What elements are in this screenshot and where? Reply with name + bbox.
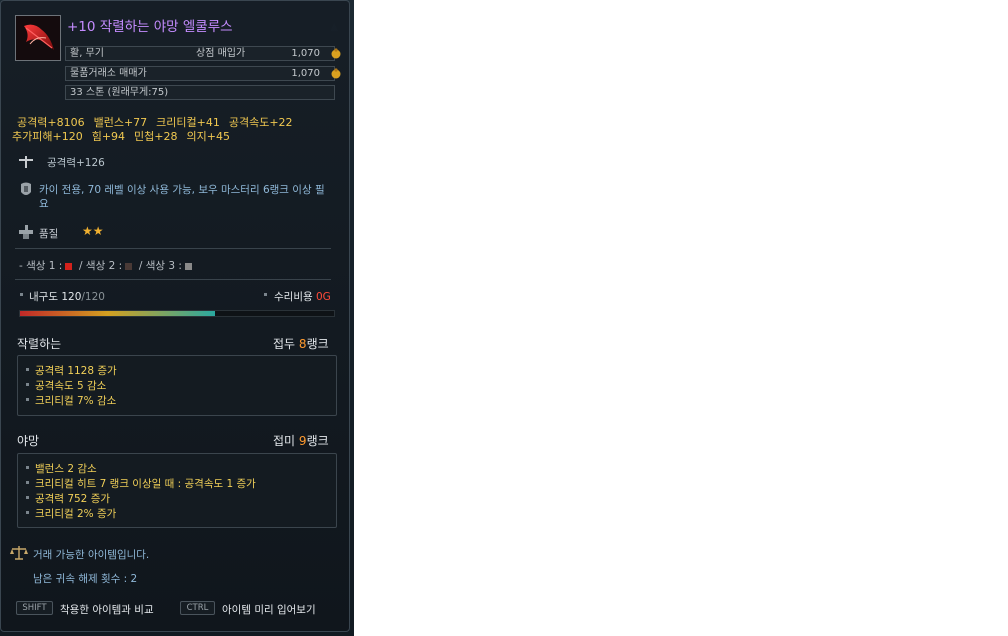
effect-line: 밸런스 2 감소	[35, 463, 97, 475]
suffix-rank-number: 9	[298, 434, 307, 448]
durability-current: 120	[61, 291, 82, 303]
enchant-suffix-rank: 접미 9랭크	[273, 432, 329, 449]
shop-price-value: 1,070	[291, 48, 320, 59]
enchant-suffix-name: 야망	[17, 434, 40, 448]
category-row: 활, 무기 상점 매입가 1,070	[65, 46, 341, 61]
enchant-prefix-rank: 접두 8랭크	[273, 335, 329, 352]
quality-label: 품질	[39, 228, 59, 240]
prefix-rank-number: 8	[298, 337, 307, 351]
armor-icon	[21, 182, 31, 195]
bind-remaining-text: 남은 귀속 해제 횟수 : 2	[33, 573, 138, 585]
effect-line: 크리티컬 히트 7 랭크 이상일 때 : 공격속도 1 증가	[35, 478, 256, 490]
bullet	[26, 383, 29, 386]
sword-icon	[19, 156, 33, 168]
item-name: +10 작렬하는 야망 엘쿨루스	[67, 19, 233, 35]
effect-line: 크리티컬 7% 감소	[35, 395, 117, 407]
suffix-label: 접미	[273, 434, 296, 448]
scale-icon	[10, 546, 28, 560]
enchant-prefix-name: 작렬하는	[17, 337, 62, 351]
effect-line: 공격속도 5 감소	[35, 380, 107, 392]
bullet	[26, 466, 29, 469]
color-2-label: / 색상 2 :	[79, 260, 123, 272]
durability-max: /120	[81, 291, 105, 303]
color-2-swatch	[125, 262, 133, 270]
durability: 내구도 120/120	[29, 289, 105, 304]
gold-pouch-icon	[331, 48, 341, 59]
item-tooltip: +10 작렬하는 야망 엘쿨루스 활, 무기 상점 매입가 1,070 물품거래…	[0, 0, 350, 632]
bullet	[26, 368, 29, 371]
item-icon-frame	[15, 15, 61, 61]
weight-row: 33 스톤 (원래무게:75)	[65, 85, 335, 100]
divider	[15, 279, 331, 280]
attack-bonus: 공격력+126	[47, 157, 105, 169]
color-1-label: - 색상 1 :	[19, 260, 63, 272]
market-price-label: 물품거래소 매매가	[70, 68, 147, 79]
stat-dex: 민첩+28	[134, 130, 178, 143]
effect-line: 공격력 752 증가	[35, 493, 111, 505]
durability-bar-fill	[20, 311, 215, 316]
gold-pouch-icon	[331, 68, 341, 79]
stat-extra-damage: 추가피해+120	[12, 130, 83, 143]
prefix-rank-suffix: 랭크	[306, 337, 329, 351]
shift-compare-label: 착용한 아이템과 비교	[60, 604, 154, 616]
color-1-swatch	[65, 262, 73, 270]
bow-item-icon	[16, 16, 60, 60]
durability-label: 내구도	[29, 291, 58, 303]
stats-row-2: 추가피해+120 힘+94 민첩+28 의지+45	[12, 128, 239, 144]
bullet	[20, 293, 23, 296]
divider	[15, 248, 331, 249]
color-3-label: / 색상 3 :	[138, 260, 182, 272]
prefix-label: 접두	[273, 337, 296, 351]
ctrl-preview-label: 아이템 미리 입어보기	[222, 604, 316, 616]
bullet	[26, 496, 29, 499]
repair-cost-value: 0G	[315, 291, 331, 303]
enchant-suffix-effects: 밸런스 2 감소 크리티컬 히트 7 랭크 이상일 때 : 공격속도 1 증가 …	[17, 453, 337, 528]
shift-key: SHIFT	[16, 601, 53, 615]
ctrl-key: CTRL	[180, 601, 215, 615]
stat-str: 힘+94	[91, 130, 126, 143]
bullet	[264, 293, 267, 296]
suffix-rank-suffix: 랭크	[306, 434, 329, 448]
effect-line: 공격력 1128 증가	[35, 365, 117, 377]
item-weight: 33 스톤 (원래무게:75)	[70, 87, 169, 98]
equip-requirement: 카이 전용, 70 레벨 이상 사용 가능, 보우 마스터리 6랭크 이상 필요	[39, 184, 325, 210]
color-3-swatch	[184, 262, 192, 270]
market-price-value: 1,070	[291, 68, 320, 79]
repair-cost: 수리비용 0G	[274, 289, 331, 304]
item-category: 활, 무기	[70, 48, 104, 59]
stat-will: 의지+45	[186, 130, 230, 143]
enchant-prefix-effects: 공격력 1128 증가 공격속도 5 감소 크리티컬 7% 감소	[17, 355, 337, 416]
effect-line: 크리티컬 2% 증가	[35, 508, 117, 520]
durability-bar	[19, 310, 335, 317]
tradeable-text: 거래 가능한 아이템입니다.	[33, 549, 150, 561]
market-price-row: 물품거래소 매매가 1,070	[65, 66, 341, 81]
quality-stars: ★★	[82, 224, 104, 238]
color-row: - 색상 1 : / 색상 2 : / 색상 3 :	[19, 258, 192, 273]
shop-price-label: 상점 매입가	[196, 48, 246, 59]
bullet	[26, 398, 29, 401]
bullet	[26, 511, 29, 514]
anvil-icon	[19, 225, 33, 239]
bullet	[26, 481, 29, 484]
repair-cost-label: 수리비용	[274, 291, 313, 303]
